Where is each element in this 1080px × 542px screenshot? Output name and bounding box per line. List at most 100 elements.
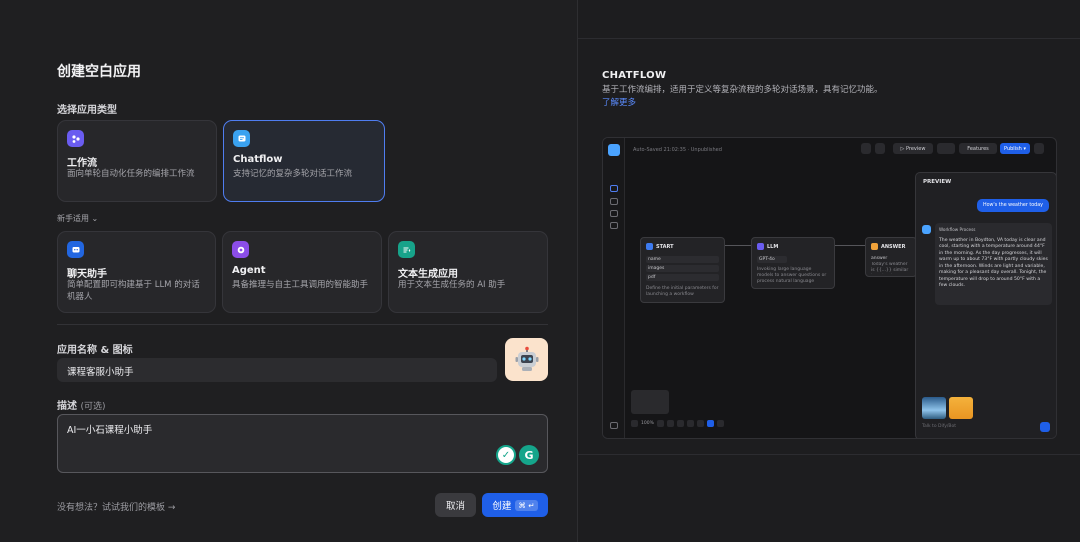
novice-toggle[interactable]: 新手适用 ⌄ [57, 213, 98, 224]
workflow-process-label: Workflow Process [939, 227, 976, 232]
workflow-icon [67, 130, 84, 147]
type-desc: 具备推理与自主工具调用的智能助手 [232, 280, 369, 290]
tool-icon [696, 419, 704, 427]
zoom-icon [631, 419, 638, 427]
type-title: Chatflow [233, 154, 283, 165]
type-card-chatflow[interactable]: Chatflow 支持记忆的复杂多轮对话工作流 [223, 120, 385, 202]
chat-assistant-icon [67, 241, 84, 258]
info-desc: 基于工作流编排，适用于定义等复杂流程的多轮对话场景，具有记忆功能。 了解更多 [602, 84, 887, 110]
tool-icon [686, 419, 694, 427]
create-label: 创建 [492, 501, 512, 512]
type-desc: 简单配置即可构建基于 LLM 的对话机器人 [67, 280, 200, 302]
hand-icon [716, 419, 724, 427]
chat-title: PREVIEW [923, 179, 952, 185]
app-logo-icon [608, 144, 620, 156]
model-tag: GPT-4o [757, 256, 787, 263]
node-header: ANSWER [871, 243, 905, 250]
app-icon-picker[interactable] [505, 338, 548, 381]
chatflow-icon [233, 130, 250, 147]
toolbar-icon [875, 143, 885, 154]
type-desc: 用于文本生成任务的 AI 助手 [398, 280, 506, 290]
edge [725, 245, 751, 246]
type-title: 聊天助手 [67, 269, 107, 280]
bot-avatar-icon [922, 225, 931, 234]
dialog-title: 创建空白应用 [57, 64, 141, 80]
type-card-agent[interactable]: Agent 具备推理与自主工具调用的智能助手 [222, 231, 382, 313]
send-icon [1040, 422, 1050, 432]
node-desc: Today's weather is {{...}} similar to ex… [871, 262, 909, 273]
learn-more-link[interactable]: 了解更多 [602, 98, 636, 108]
node-title: START [656, 243, 674, 250]
node-desc: Invoking large language models to answer… [757, 267, 827, 284]
chat-input-placeholder: Talk to Dify/Bot [922, 424, 957, 429]
name-label: 应用名称 & 图标 [57, 345, 133, 356]
nav-icon [610, 198, 618, 205]
description-text: AI一小石课程小助手 [67, 425, 153, 436]
info-desc-text: 基于工作流编排，适用于定义等复杂流程的多轮对话场景，具有记忆功能。 [602, 85, 883, 95]
llm-node: LLM GPT-4o Invoking large language model… [751, 237, 835, 289]
llm-icon [757, 243, 764, 250]
node-title: ANSWER [881, 243, 906, 250]
type-desc: 面向单轮自动化任务的编排工作流 [67, 169, 195, 179]
create-app-dialog: 创建空白应用 选择应用类型 工作流 面向单轮自动化任务的编排工作流 Chatfl… [0, 0, 578, 542]
edge [835, 245, 865, 246]
screen: 创建空白应用 选择应用类型 工作流 面向单轮自动化任务的编排工作流 Chatfl… [0, 0, 1080, 542]
app-name-input[interactable]: 课程客服小助手 [57, 358, 497, 382]
type-title: 文本生成应用 [398, 269, 458, 280]
description-textarea[interactable]: AI一小石课程小助手 ✓ G [57, 414, 548, 473]
autosave-status: Auto-Saved 21:02:35 · Unpublished [633, 147, 722, 153]
zoom-toolbar: 100% [631, 418, 724, 428]
create-button[interactable]: 创建 ⌘ ↵ [482, 493, 548, 517]
uploaded-image [949, 397, 973, 419]
info-title: CHATFLOW [602, 70, 667, 81]
app-type-info-panel: CHATFLOW 基于工作流编排，适用于定义等复杂流程的多轮对话场景，具有记忆功… [578, 0, 1080, 542]
text-generation-icon [398, 241, 415, 258]
desc-label-text: 描述 [57, 401, 77, 412]
type-card-chat-assistant[interactable]: 聊天助手 简单配置即可构建基于 LLM 的对话机器人 [57, 231, 216, 313]
chevron-down-icon: ⌄ [91, 214, 99, 223]
type-desc: 支持记忆的复杂多轮对话工作流 [233, 169, 353, 179]
chat-preview-panel: PREVIEW How's the weather today Workflow… [915, 172, 1056, 438]
user-message: How's the weather today [976, 199, 1049, 212]
type-title: Agent [232, 265, 266, 276]
nav-icon [610, 222, 618, 229]
templates-link[interactable]: 没有想法？试试我们的模板 → [57, 500, 175, 513]
divider [57, 324, 548, 325]
toolbar-icon [937, 143, 955, 154]
desc-optional: (可选) [80, 402, 106, 412]
type-card-text-generation[interactable]: 文本生成应用 用于文本生成任务的 AI 助手 [388, 231, 548, 313]
cancel-button[interactable]: 取消 [435, 493, 476, 517]
preview-sidebar [603, 138, 625, 438]
node-header: START [646, 243, 674, 250]
agent-icon [232, 241, 249, 258]
app-type-label: 选择应用类型 [57, 105, 117, 116]
nav-icon [610, 185, 618, 192]
start-node: START name images pdf Define the initial… [640, 237, 725, 303]
create-shortcut: ⌘ ↵ [515, 499, 538, 511]
preview-button: ▷ Preview [893, 143, 933, 154]
start-icon [646, 243, 653, 250]
chatflow-preview-image: Auto-Saved 21:02:35 · Unpublished ▷ Prev… [602, 137, 1057, 439]
history-icon [676, 419, 684, 427]
node-desc: Define the initial parameters for launch… [646, 286, 719, 297]
node-header: LLM [757, 243, 778, 250]
undo-icon [656, 419, 664, 427]
uploaded-image [922, 397, 946, 419]
grammarly-widget[interactable]: ✓ G [496, 445, 539, 465]
publish-button: Publish ▾ [1000, 143, 1030, 154]
node-title: LLM [767, 243, 779, 250]
nav-icon [610, 422, 618, 429]
grammarly-icon[interactable]: G [519, 445, 539, 465]
bot-message-text: The weather in Boydton, VA today is clea… [939, 237, 1048, 289]
zoom-level: 100% [641, 420, 654, 426]
type-title: 工作流 [67, 158, 97, 169]
bot-message: Workflow Process The weather in Boydton,… [935, 223, 1052, 305]
desc-label: 描述 (可选) [57, 397, 106, 412]
toolbar-icon [861, 143, 871, 154]
var-row: pdf [646, 274, 719, 281]
toolbar-icon [1034, 143, 1044, 154]
answer-node: ANSWER answer Today's weather is {{...}}… [865, 237, 917, 277]
divider [578, 454, 1080, 455]
type-card-workflow[interactable]: 工作流 面向单轮自动化任务的编排工作流 [57, 120, 217, 202]
grammarly-bulb-icon[interactable]: ✓ [496, 445, 516, 465]
